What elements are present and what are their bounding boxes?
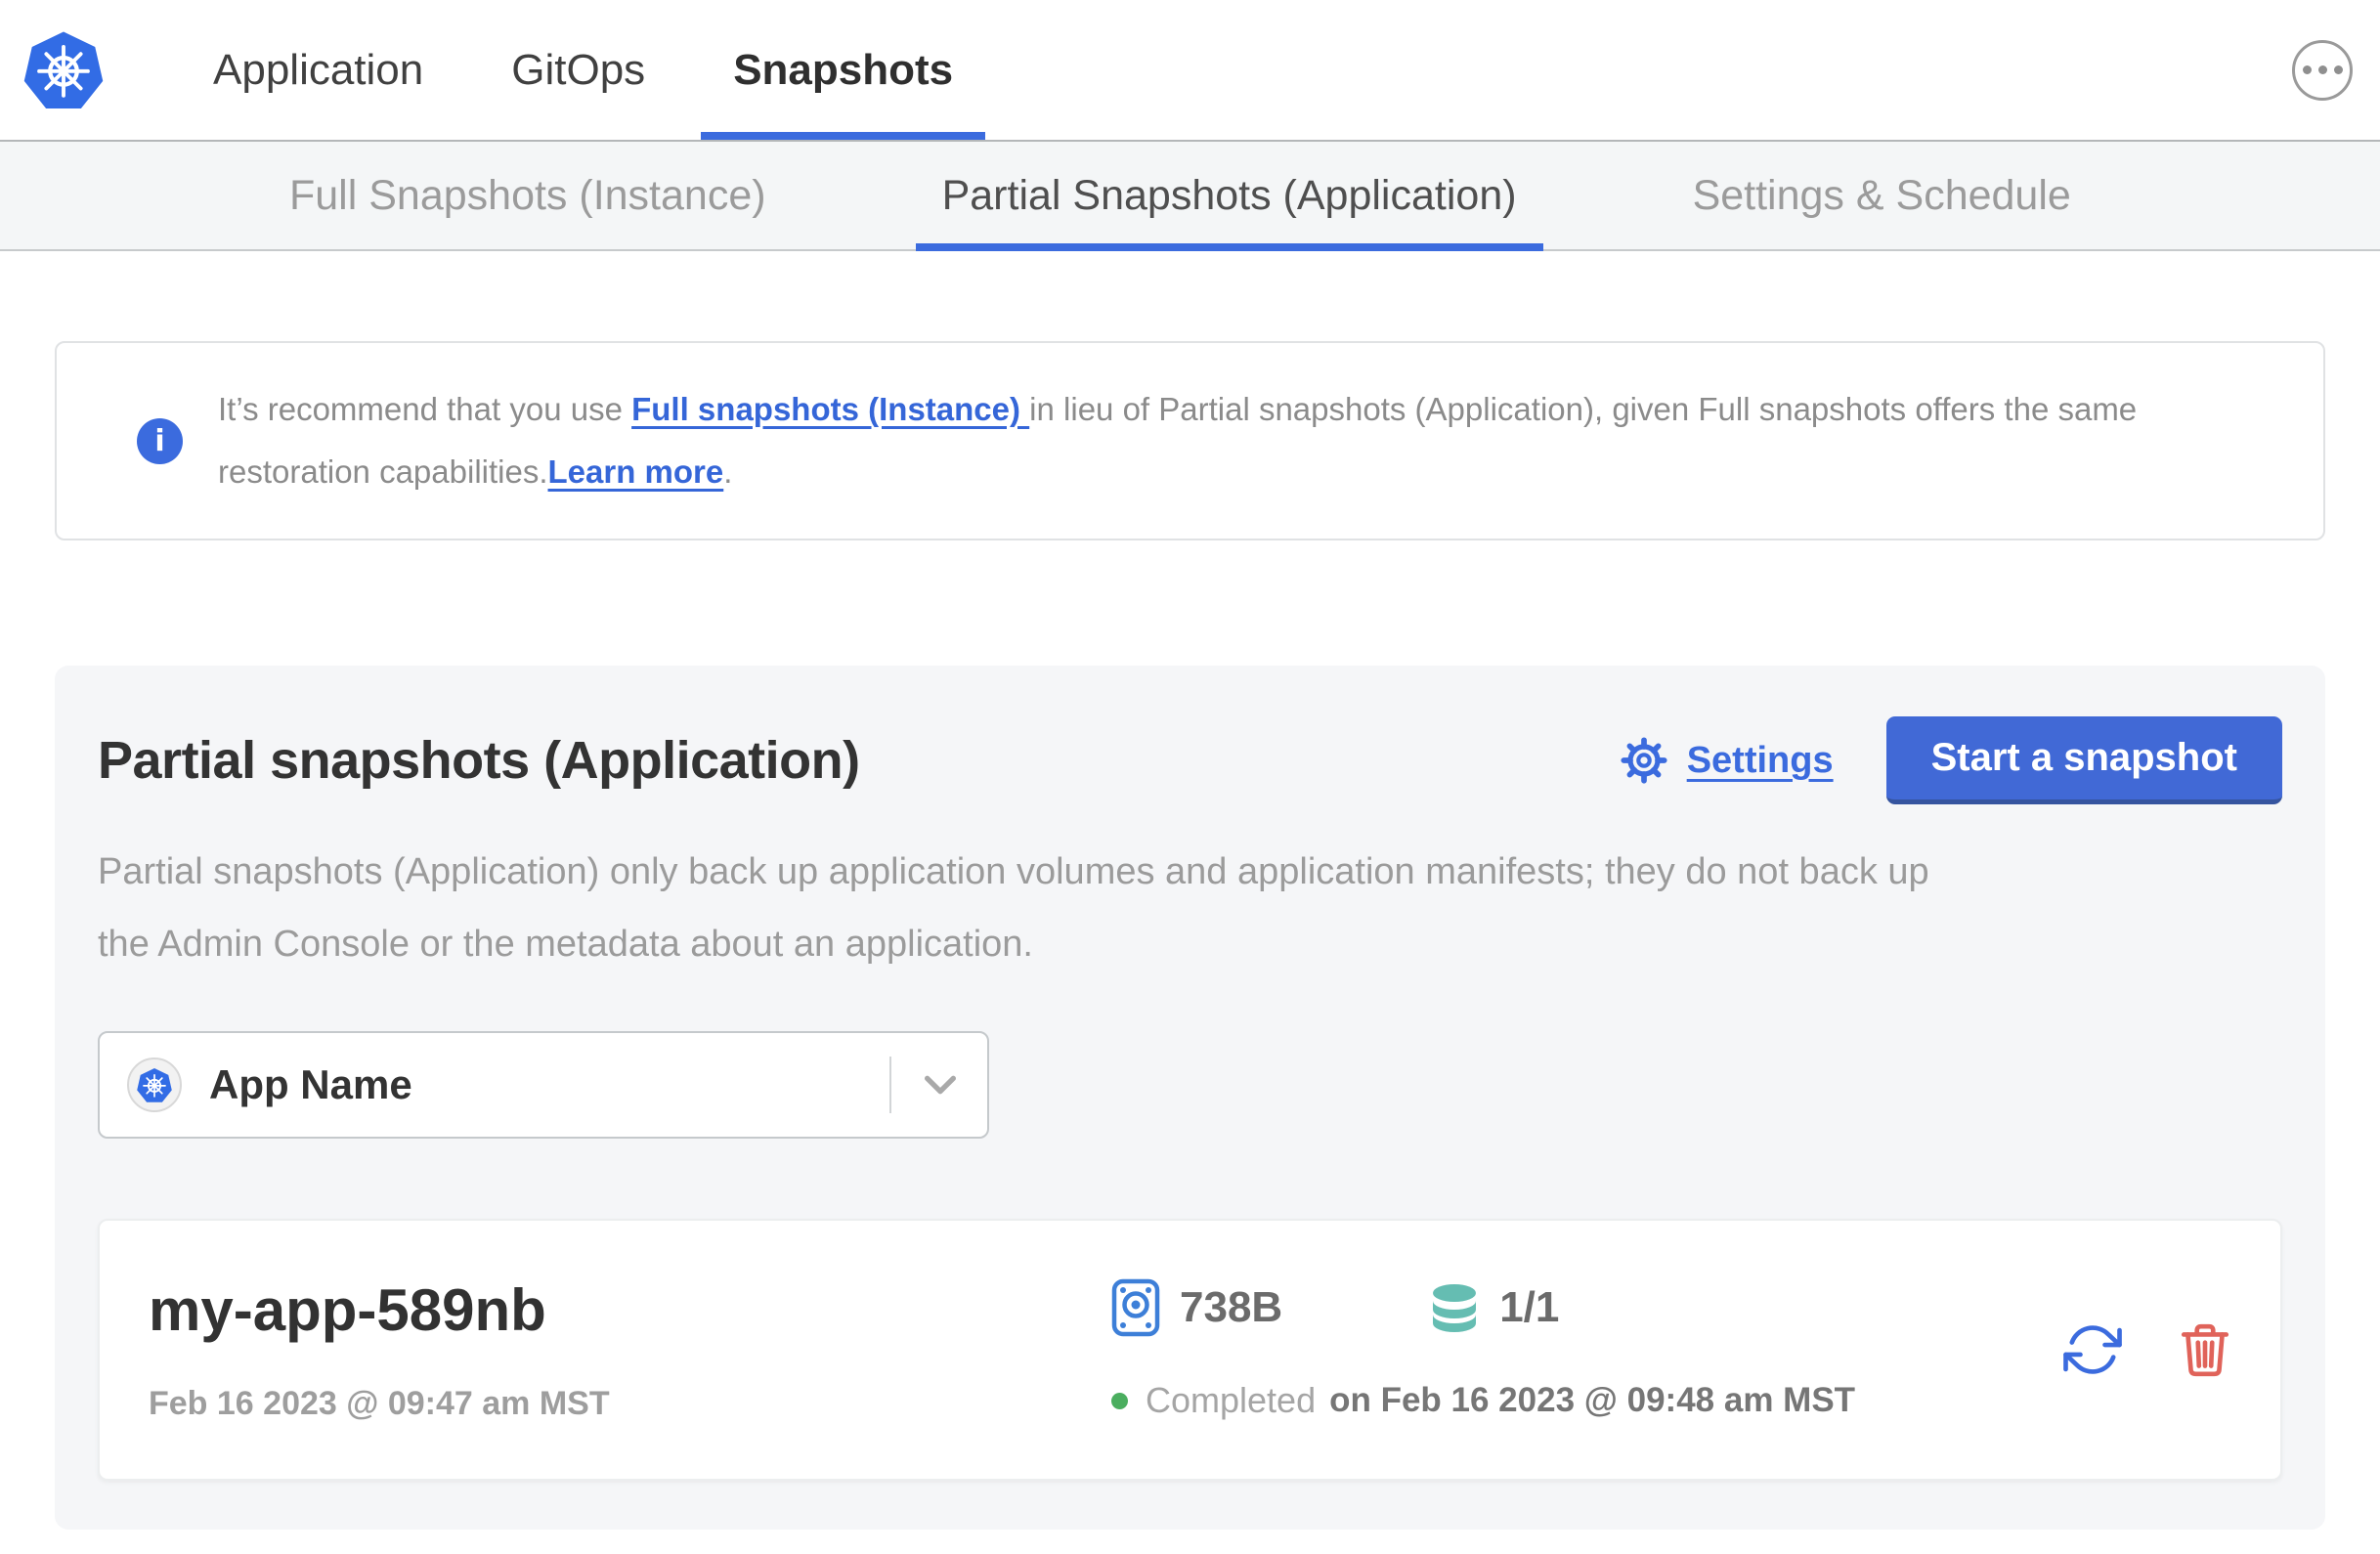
trash-icon	[2181, 1323, 2229, 1377]
settings-label: Settings	[1686, 739, 1834, 781]
info-banner: i It’s recommend that you use Full snaps…	[55, 341, 2325, 540]
top-nav: Application GitOps Snapshots	[213, 0, 986, 140]
tab-full-snapshots-instance[interactable]: Full Snapshots (Instance)	[289, 142, 766, 249]
nav-item-application[interactable]: Application	[213, 0, 423, 140]
snapshots-subnav: Full Snapshots (Instance) Partial Snapsh…	[0, 140, 2380, 251]
tab-settings-schedule[interactable]: Settings & Schedule	[1693, 142, 2071, 249]
snapshot-row: my-app-589nb Feb 16 2023 @ 09:47 am MST	[98, 1219, 2282, 1481]
snapshot-name: my-app-589nb	[149, 1277, 546, 1343]
app-icon-badge	[127, 1058, 182, 1112]
snapshot-size-metric: 738B	[1111, 1278, 1282, 1337]
select-divider	[889, 1057, 891, 1113]
more-menu-button[interactable]	[2292, 39, 2353, 101]
snapshot-size: 738B	[1180, 1283, 1283, 1331]
full-snapshots-instance-link[interactable]: Full snapshots (Instance)	[631, 391, 1029, 427]
nav-item-snapshots[interactable]: Snapshots	[701, 0, 986, 140]
snapshot-volumes-metric: 1/1	[1429, 1282, 1559, 1333]
info-banner-text: It’s recommend that you use Full snapsho…	[218, 391, 2138, 490]
panel-title: Partial snapshots (Application)	[98, 731, 860, 790]
learn-more-link[interactable]: Learn more	[548, 453, 724, 490]
database-icon	[1433, 1284, 1477, 1332]
kubernetes-app-icon	[136, 1066, 173, 1103]
restore-icon	[2063, 1325, 2122, 1374]
app-select-value: App Name	[209, 1061, 412, 1107]
status-finished-timestamp: on Feb 16 2023 @ 09:48 am MST	[1329, 1381, 1856, 1419]
partial-snapshots-panel: Partial snapshots (Application) Settings…	[55, 666, 2325, 1530]
disk-icon	[1111, 1278, 1160, 1337]
app-name-select[interactable]: App Name	[98, 1031, 989, 1139]
chevron-down-icon[interactable]	[925, 1075, 956, 1095]
status-dot-icon	[1111, 1392, 1128, 1409]
snapshot-started-timestamp: Feb 16 2023 @ 09:47 am MST	[149, 1385, 610, 1422]
start-snapshot-button[interactable]: Start a snapshot	[1885, 716, 2282, 804]
top-navbar: Application GitOps Snapshots	[0, 0, 2380, 140]
restore-snapshot-button[interactable]	[2063, 1320, 2122, 1379]
kubernetes-logo-icon	[22, 28, 106, 112]
status-label: Completed	[1146, 1380, 1317, 1420]
info-icon: i	[137, 417, 183, 464]
tab-partial-snapshots-application[interactable]: Partial Snapshots (Application)	[915, 142, 1543, 251]
gear-icon	[1621, 737, 1667, 784]
ellipsis-icon	[2302, 65, 2312, 74]
snapshot-volume-count: 1/1	[1499, 1283, 1560, 1331]
snapshot-settings-link[interactable]: Settings	[1616, 732, 1834, 789]
nav-item-gitops[interactable]: GitOps	[511, 0, 645, 140]
panel-description: Partial snapshots (Application) only bac…	[98, 851, 1929, 965]
snapshot-status: Completed on Feb 16 2023 @ 09:48 am MST	[1111, 1380, 1855, 1421]
delete-snapshot-button[interactable]	[2179, 1320, 2231, 1379]
